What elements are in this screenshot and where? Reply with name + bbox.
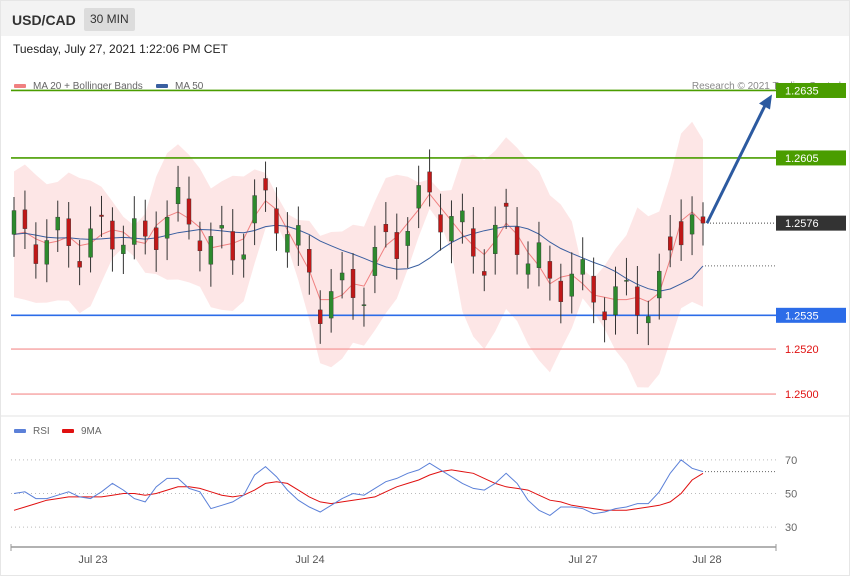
candle-body [11, 210, 17, 235]
candle-body [482, 271, 487, 276]
candle-body [121, 244, 126, 254]
rsi-tick-label: 30 [785, 522, 797, 534]
candle-body [624, 280, 629, 282]
x-tick-label: Jul 27 [568, 554, 597, 566]
candle-body [208, 236, 214, 265]
candle-body [132, 218, 137, 245]
candle-body [296, 225, 301, 246]
candle-body [405, 230, 410, 246]
price-label-1.2500: 1.2500 [785, 389, 819, 401]
candle-body [372, 247, 378, 276]
candle-body [219, 225, 224, 229]
candle-body [143, 220, 148, 237]
candle-body [230, 231, 235, 261]
candle-body [186, 198, 192, 225]
candle-body [438, 214, 443, 233]
x-tick-label: Jul 28 [692, 554, 721, 566]
rsi-tick-label: 70 [785, 455, 797, 467]
candle-body [591, 275, 596, 303]
candle-body [328, 291, 334, 319]
candle-body [33, 244, 39, 264]
candle-body [525, 263, 531, 275]
candle-body [99, 214, 104, 217]
candle-body [514, 226, 520, 255]
price-tag-1.2635: 1.2635 [776, 82, 846, 98]
candle-body [197, 240, 203, 252]
candle-body [241, 254, 246, 260]
candle-body [383, 224, 389, 233]
candle-body [493, 224, 498, 254]
candle-body [427, 171, 432, 193]
x-tick-label: Jul 23 [78, 554, 107, 566]
candle-body [252, 195, 257, 224]
candle-body [471, 228, 476, 257]
candle-body [175, 187, 181, 205]
candle-body [460, 210, 465, 223]
candle-body [449, 216, 454, 242]
candle-body [350, 269, 356, 298]
candle-body [318, 309, 323, 324]
candle-body [22, 209, 28, 229]
candle-body [66, 218, 71, 246]
candle-body [580, 259, 585, 275]
price-tag-label: 1.2605 [785, 153, 819, 165]
price-tag-1.2576: 1.2576 [776, 215, 846, 231]
rsi-tick-label: 50 [785, 489, 797, 501]
price-tag-1.2605: 1.2605 [776, 150, 846, 166]
candle-body [602, 311, 607, 321]
candle-body [55, 216, 60, 231]
candle-body [164, 217, 170, 239]
candle-body [77, 261, 82, 268]
projection-arrow-line [705, 102, 768, 224]
candle-body [285, 234, 290, 253]
candle-body [361, 304, 367, 306]
candle-body [110, 220, 115, 250]
candle-body [657, 270, 662, 299]
price-tag-label: 1.2576 [785, 218, 819, 230]
candle-body [274, 208, 279, 234]
candle-body [153, 227, 159, 250]
candle-body [667, 236, 673, 251]
candle-body [307, 249, 312, 273]
candle-body [558, 280, 564, 302]
candle-body [646, 316, 651, 324]
candle-body [416, 185, 421, 209]
candle-body [394, 232, 399, 259]
candle-body [678, 221, 684, 246]
rsi-ma-line [13, 469, 704, 511]
candle-body [536, 242, 542, 268]
candle-body [503, 202, 509, 207]
price-tag-label: 1.2635 [785, 85, 819, 97]
candle-body [635, 286, 640, 316]
chart-canvas: 1.2635 1.2605 1.2576 1.2535 1.2520 1.2500 70 50… [1, 82, 849, 566]
candle-body [569, 273, 574, 297]
candle-body [613, 286, 618, 316]
price-label-1.2520: 1.2520 [785, 344, 819, 356]
rsi-line [13, 459, 704, 516]
candle-body [547, 261, 553, 279]
price-tag-1.2535: 1.2535 [776, 307, 846, 323]
candle-body [88, 228, 93, 258]
candle-body [339, 272, 345, 281]
candle-body [689, 214, 695, 235]
candle-body [44, 240, 50, 265]
candle-body [700, 216, 706, 224]
x-tick-label: Jul 24 [295, 554, 324, 566]
bollinger-band [14, 121, 703, 388]
candle-body [263, 178, 268, 191]
price-tag-label: 1.2535 [785, 310, 819, 322]
